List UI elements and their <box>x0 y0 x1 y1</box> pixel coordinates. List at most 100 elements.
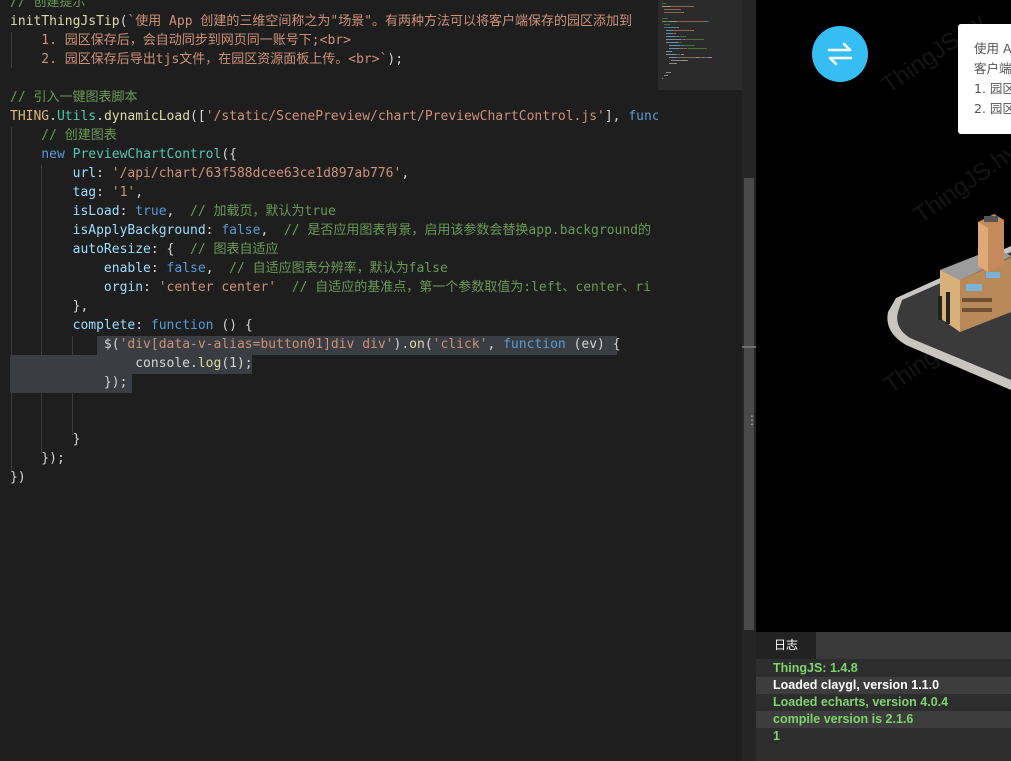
code-line[interactable]: tag: '1', <box>10 183 143 202</box>
code-token: false <box>166 261 206 276</box>
editor-scrollbar[interactable]: ⋮ <box>742 0 758 761</box>
code-editor[interactable]: // 创建提示 initThingJsTip(`使用 App 创建的三维空间称之为… <box>0 0 658 761</box>
code-line[interactable]: initThingJsTip(`使用 App 创建的三维空间称之为"场景"。有两… <box>10 12 632 31</box>
code-token: , <box>205 261 230 276</box>
minimap-token <box>673 30 694 31</box>
code-token: false <box>221 223 261 238</box>
code-token: PreviewChartControl <box>72 147 222 162</box>
code-line[interactable]: // 引入一键图表脚本 <box>10 88 137 107</box>
code-token: initThingJsTip <box>10 14 120 29</box>
code-token: (ev) { <box>565 337 621 352</box>
code-line[interactable]: new PreviewChartControl({ <box>10 145 237 164</box>
minimap-token <box>664 9 682 10</box>
code-line[interactable]: // 创建图表 <box>10 126 117 145</box>
minimap-token <box>678 36 687 37</box>
code-token: console. <box>10 356 198 371</box>
code-token: (1); <box>221 356 253 371</box>
log-entry: ThingJS: 1.4.8 <box>756 660 1011 677</box>
code-token: '/api/chart/63f588dcee63ce1d897ab776' <box>111 166 402 181</box>
code-line[interactable]: console.log(1); <box>10 354 253 373</box>
code-token: }, <box>10 299 89 314</box>
splitter-handle-icon[interactable]: ⋮ <box>746 414 758 435</box>
minimap-token <box>668 27 679 28</box>
code-token: orgin <box>10 280 144 295</box>
code-token: tag <box>10 185 97 200</box>
minimap-token <box>664 12 684 13</box>
code-line[interactable]: } <box>10 430 81 449</box>
minimap-token <box>668 48 678 49</box>
code-line[interactable]: url: '/api/chart/63f588dcee63ce1d897ab77… <box>10 164 410 183</box>
minimap-token <box>671 6 694 7</box>
minimap-token <box>708 57 713 58</box>
code-token: () { <box>213 318 253 333</box>
scene-preview[interactable]: ThingJS.hy ThingJS.hy ThingJS.hy 使用 A 客户… <box>756 0 1011 632</box>
code-token: isApplyBackground <box>10 223 206 238</box>
code-line[interactable]: }) <box>10 468 26 487</box>
tip-line: 2. 园区 <box>974 101 1011 116</box>
minimap-token <box>670 60 684 61</box>
code-token: }) <box>10 470 26 485</box>
code-token: : <box>96 166 112 181</box>
minimap-token <box>683 45 695 46</box>
code-token: // 创建图表 <box>10 128 117 143</box>
code-line[interactable]: $('div[data-v-alias=button01]div div').o… <box>10 335 621 354</box>
code-token: // 引入一键图表脚本 <box>10 90 138 105</box>
code-token: 1. 园区保存后，会自动同步到网页同一账号下;<br> <box>10 33 351 48</box>
swap-arrows-icon <box>827 42 853 66</box>
minimap-token <box>662 6 670 7</box>
code-token: function <box>150 318 214 333</box>
code-line[interactable]: // 创建提示 <box>10 0 85 12</box>
tip-line: 1. 园区 <box>974 81 1011 96</box>
code-line[interactable]: 1. 园区保存后，会自动同步到网页同一账号下;<br> <box>10 31 351 50</box>
code-token: , <box>166 204 191 219</box>
minimap-token <box>664 24 671 25</box>
code-line[interactable]: }); <box>10 449 65 468</box>
code-token: new <box>10 147 73 162</box>
code-line[interactable]: 2. 园区保存后导出tjs文件，在园区资源面板上传。<br>`); <box>10 50 403 69</box>
tip-card: 使用 A 客户端 1. 园区 2. 园区 <box>958 24 1011 134</box>
scrollbar-thumb[interactable] <box>744 178 754 630</box>
minimap-token <box>693 30 695 31</box>
log-entry: 1 <box>756 728 1011 745</box>
code-token: ); <box>387 52 404 67</box>
code-line[interactable]: autoResize: { // 图表自适应 <box>10 240 279 259</box>
code-token: : <box>119 204 136 219</box>
code-line[interactable]: isApplyBackground: false, // 是否应用图表背景，启用… <box>10 221 651 240</box>
minimap-token <box>685 39 705 40</box>
code-line[interactable]: orgin: 'center center' // 自适应的基准点，第一个参数取… <box>10 278 651 297</box>
code-line[interactable]: }, <box>10 297 89 316</box>
code-line[interactable]: isLoad: true, // 加载页，默认为true <box>10 202 336 221</box>
code-token: . <box>49 109 57 124</box>
minimap-token <box>678 48 687 49</box>
code-line[interactable]: THING.Utils.dynamicLoad(['/static/SceneP… <box>10 107 658 126</box>
code-token: dynamicLoad <box>103 109 191 124</box>
code-line[interactable]: enable: false, // 自适应图表分辨率，默认为false <box>10 259 448 278</box>
code-token: complete <box>10 318 136 333</box>
code-token: 'click' <box>432 337 488 352</box>
code-token: // 加载页，默认为true <box>190 204 336 219</box>
minimap-token <box>685 60 688 61</box>
code-line[interactable]: }); <box>10 373 128 392</box>
code-token: true <box>135 204 167 219</box>
code-token: , <box>401 166 410 181</box>
code-token: ({ <box>221 147 237 162</box>
log-tab[interactable]: 日志 <box>756 632 816 659</box>
code-token: 'center center' <box>158 280 277 295</box>
code-line[interactable]: complete: function () { <box>10 316 253 335</box>
code-token: // 创建提示 <box>10 0 86 10</box>
minimap-token <box>662 3 666 4</box>
minimap-token <box>680 54 684 55</box>
code-token: ( <box>424 337 433 352</box>
switch-view-button[interactable] <box>812 26 868 82</box>
code-token: }); <box>10 375 128 390</box>
minimap[interactable] <box>658 0 742 761</box>
minimap-token <box>676 54 681 55</box>
code-token: , <box>487 337 504 352</box>
tip-line: 客户端 <box>974 61 1011 76</box>
3d-campus-model[interactable] <box>876 200 1011 410</box>
code-token: : <box>143 280 159 295</box>
code-token: ([ <box>190 109 206 124</box>
code-token: ], <box>604 109 629 124</box>
log-entry: Loaded echarts, version 4.0.4 <box>756 694 1011 711</box>
